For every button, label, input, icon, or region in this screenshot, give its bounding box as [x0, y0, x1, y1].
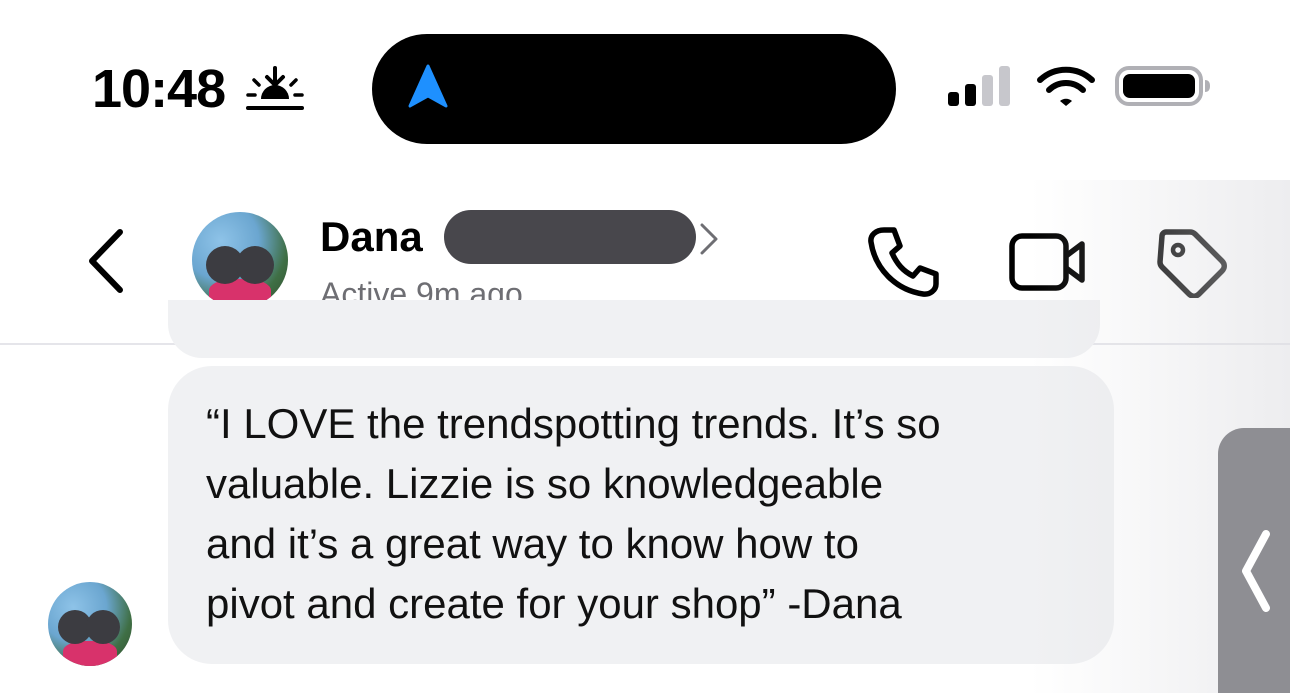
navigation-arrow-icon	[408, 64, 448, 108]
messenger-screen: 10:48 Dana Active 9m ago “I LOVE the tre…	[0, 0, 1290, 693]
back-chevron-icon[interactable]	[84, 228, 132, 294]
video-icon[interactable]	[1008, 230, 1088, 294]
contact-name[interactable]: Dana	[320, 210, 423, 264]
tag-icon[interactable]	[1156, 228, 1228, 298]
name-redaction	[444, 210, 696, 264]
chevron-right-icon[interactable]	[698, 222, 720, 256]
sunrise-icon	[246, 66, 304, 110]
wifi-icon	[1037, 66, 1095, 106]
chevron-left-icon	[1242, 530, 1270, 612]
previous-message-bubble[interactable]	[168, 300, 1100, 358]
dynamic-island[interactable]	[372, 34, 896, 144]
contact-avatar[interactable]	[192, 212, 288, 308]
sender-avatar[interactable]	[48, 582, 132, 666]
phone-icon[interactable]	[866, 226, 940, 298]
status-time: 10:48	[92, 59, 226, 119]
message-text: “I LOVE the trendspotting trends. It’s s…	[206, 400, 941, 627]
battery-icon	[1115, 66, 1210, 106]
cellular-signal-icon	[948, 66, 1010, 106]
